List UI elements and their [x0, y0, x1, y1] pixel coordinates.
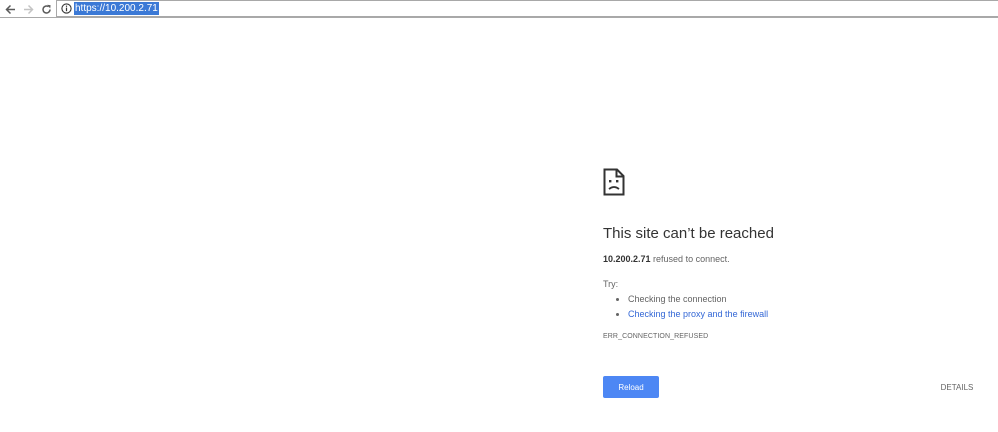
browser-toolbar: https://10.200.2.71 [0, 0, 998, 18]
reload-button[interactable]: Reload [603, 376, 659, 398]
suggestion-check-connection: Checking the connection [628, 294, 727, 304]
back-button[interactable] [2, 1, 18, 17]
url-text[interactable]: https://10.200.2.71 [74, 2, 159, 15]
error-heading: This site can’t be reached [603, 225, 774, 242]
suggestions-list: Checking the connection Checking the pro… [614, 292, 768, 322]
info-icon[interactable] [61, 3, 72, 14]
arrow-right-icon [23, 4, 34, 14]
list-item: Checking the proxy and the firewall [628, 307, 768, 322]
try-label: Try: [603, 279, 619, 289]
suggestion-check-proxy-link[interactable]: Checking the proxy and the firewall [628, 309, 768, 319]
details-button[interactable]: DETAILS [932, 380, 982, 394]
forward-button[interactable] [20, 1, 36, 17]
reload-page-button[interactable] [38, 1, 54, 17]
host-name: 10.200.2.71 [603, 254, 651, 264]
error-code: ERR_CONNECTION_REFUSED [603, 333, 709, 340]
summary-suffix: refused to connect. [650, 254, 730, 264]
arrow-left-icon [4, 4, 15, 14]
sad-page-icon [603, 168, 625, 196]
reload-icon [41, 4, 51, 14]
list-item: Checking the connection [628, 292, 768, 307]
error-summary: 10.200.2.71 refused to connect. [603, 254, 730, 264]
address-bar[interactable]: https://10.200.2.71 [56, 0, 998, 17]
